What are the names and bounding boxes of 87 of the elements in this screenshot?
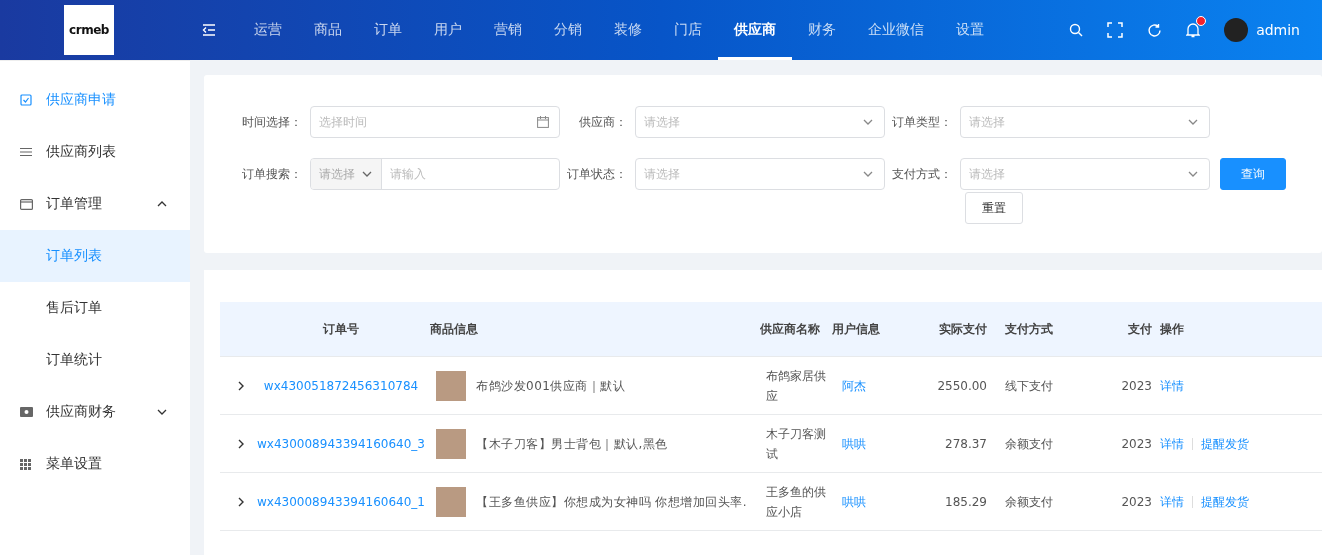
supplier-name: 木子刀客测试 <box>766 425 827 463</box>
field-label: 时间选择： <box>241 113 303 131</box>
sidebar-item[interactable]: 供应商列表 <box>0 126 190 178</box>
nav-tab[interactable]: 用户 <box>418 0 478 60</box>
nav-tab[interactable]: 财务 <box>792 0 852 60</box>
column-header: 订单号 <box>323 320 359 338</box>
nav-tab[interactable]: 供应商 <box>718 0 792 60</box>
column-header: 支付方式 <box>1005 320 1053 338</box>
select-field[interactable]: 请选择 <box>635 158 885 190</box>
field-label: 订单搜索： <box>241 165 303 183</box>
user-link[interactable]: 阿杰 <box>842 375 866 396</box>
product-photo-placeholder <box>436 370 466 401</box>
order-link[interactable]: wx430008943394160640_3 <box>257 433 425 454</box>
detail-link[interactable]: 详情 <box>1160 433 1184 454</box>
grid-icon <box>20 458 31 470</box>
calendar-icon <box>537 116 549 128</box>
nav-tab[interactable]: 装修 <box>598 0 658 60</box>
nav-tab[interactable]: 门店 <box>658 0 718 60</box>
product-name: 【王多鱼供应】你想成为女神吗 你想增加回头率. <box>476 493 748 511</box>
payment-method: 线下支付 <box>1005 377 1053 395</box>
payment-method: 余额支付 <box>1005 435 1053 453</box>
user-link[interactable]: 哄哄 <box>842 433 866 454</box>
nav-tab[interactable]: 运营 <box>238 0 298 60</box>
nav-tab[interactable]: 营销 <box>478 0 538 60</box>
select-field[interactable]: 请选择 <box>960 106 1210 138</box>
column-header: 支付 <box>1128 320 1152 338</box>
column-header: 用户信息 <box>832 320 880 338</box>
menu-fold-icon[interactable] <box>202 24 216 36</box>
search-icon[interactable] <box>1069 23 1084 37</box>
sidebar-subitem[interactable]: 订单统计 <box>0 334 190 386</box>
expand-icon[interactable] <box>237 380 245 391</box>
column-header: 商品信息 <box>430 320 478 338</box>
product-name: 布鸽沙发001供应商｜默认 <box>476 377 626 395</box>
nav-tab[interactable]: 商品 <box>298 0 358 60</box>
field-label: 订单类型： <box>891 113 953 131</box>
remind-link[interactable]: 提醒发货 <box>1201 433 1249 454</box>
product-name: 【木子刀客】男士背包｜默认,黑色 <box>476 435 668 453</box>
username[interactable]: admin <box>1256 22 1300 38</box>
supplier-name: 布鸽家居供应 <box>766 367 827 405</box>
detail-link[interactable]: 详情 <box>1160 375 1184 396</box>
expand-icon[interactable] <box>237 438 245 449</box>
list-icon <box>20 147 32 157</box>
field-label: 订单状态： <box>566 165 628 183</box>
checkbox-icon <box>20 94 32 106</box>
product-photo-placeholder <box>436 428 466 459</box>
product-photo-placeholder <box>436 486 466 517</box>
refresh-icon[interactable] <box>1147 22 1163 38</box>
remind-link[interactable]: 提醒发货 <box>1201 491 1249 512</box>
select-field[interactable]: 请选择 <box>960 158 1210 190</box>
column-header: 操作 <box>1160 320 1184 338</box>
nav-tab[interactable]: 分销 <box>538 0 598 60</box>
supplier-name: 王多鱼的供应小店 <box>766 483 827 521</box>
sidebar-item[interactable]: 菜单设置 <box>0 438 190 490</box>
sidebar-item[interactable]: 供应商财务 <box>0 386 190 438</box>
field-label: 支付方式： <box>891 165 953 183</box>
amount-text: 185.29 <box>945 493 987 511</box>
date-picker[interactable]: 选择时间 <box>310 106 560 138</box>
wallet-icon <box>20 407 33 417</box>
detail-link[interactable]: 详情 <box>1160 491 1184 512</box>
user-link[interactable]: 哄哄 <box>842 491 866 512</box>
payment-time: 2023 <box>1121 435 1152 453</box>
window-icon <box>20 198 33 210</box>
logo: crmeb <box>64 5 114 55</box>
payment-time: 2023 <box>1121 493 1152 511</box>
avatar[interactable] <box>1224 18 1249 42</box>
reset-button[interactable]: 重置 <box>965 192 1023 224</box>
amount-text: 278.37 <box>945 435 987 453</box>
payment-time: 2023 <box>1121 377 1152 395</box>
nav-tab[interactable]: 订单 <box>358 0 418 60</box>
column-header: 实际支付 <box>939 320 987 338</box>
payment-method: 余额支付 <box>1005 493 1053 511</box>
sidebar-item[interactable]: 供应商申请 <box>0 74 190 126</box>
sidebar-item[interactable]: 订单管理 <box>0 178 190 230</box>
field-label: 供应商： <box>578 113 628 131</box>
select-field[interactable]: 请选择 <box>635 106 885 138</box>
sidebar-subitem[interactable]: 售后订单 <box>0 282 190 334</box>
order-link[interactable]: wx430008943394160640_1 <box>257 491 425 512</box>
search-button[interactable]: 查询 <box>1220 158 1286 190</box>
amount-text: 2550.00 <box>937 377 987 395</box>
bell-icon[interactable] <box>1186 22 1201 38</box>
order-link[interactable]: wx430051872456310784 <box>263 375 419 396</box>
sidebar-subitem[interactable]: 订单列表 <box>0 230 190 282</box>
nav-tab[interactable]: 企业微信 <box>852 0 940 60</box>
nav-tab[interactable]: 设置 <box>940 0 1000 60</box>
expand-icon[interactable] <box>237 496 245 507</box>
column-header: 供应商名称 <box>760 320 820 338</box>
fullscreen-icon[interactable] <box>1107 22 1124 38</box>
